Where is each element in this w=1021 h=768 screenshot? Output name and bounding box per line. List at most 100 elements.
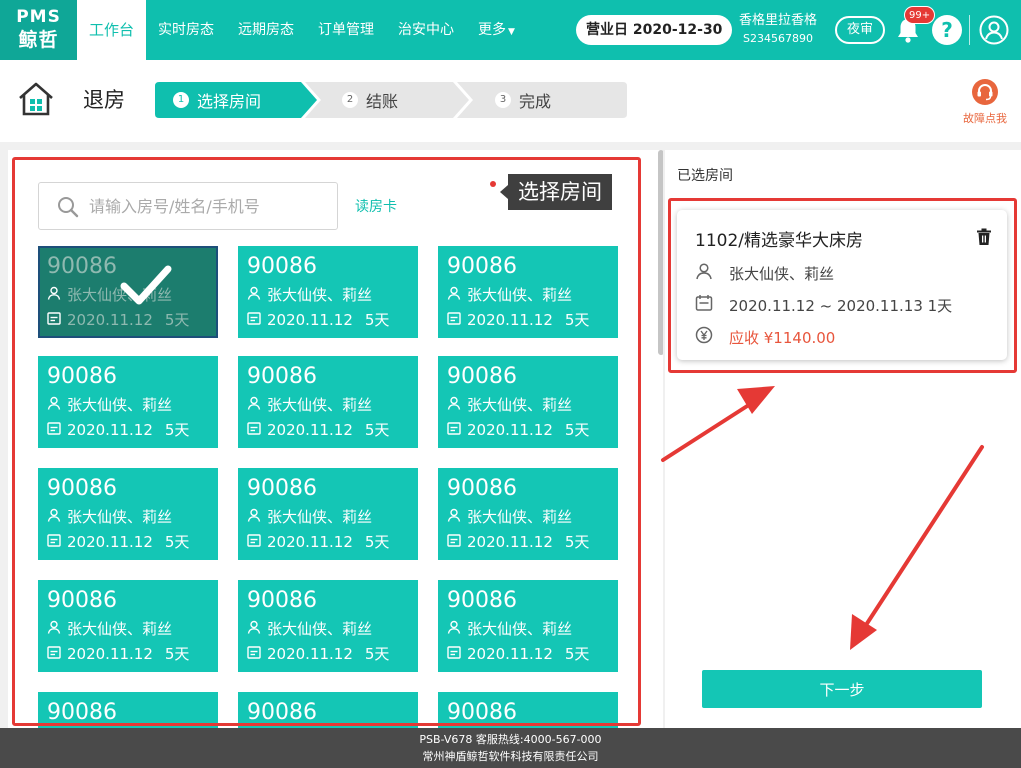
room-nights: 5天: [164, 533, 190, 551]
room-card[interactable]: 90086 张大仙侠、莉丝 2020.11.12 5天: [238, 580, 418, 672]
calendar-icon: [247, 644, 261, 664]
room-selection-panel: 读房卡 选择房间 90086 张大仙侠、莉丝 2020.11.12 5天 90086 张大…: [8, 150, 663, 730]
room-checkin-date: 2020.11.12: [267, 421, 353, 439]
calendar-icon: [47, 420, 61, 440]
room-stay-row: 2020.11.12 5天: [447, 644, 589, 664]
nav-item-security[interactable]: 治安中心: [386, 0, 466, 60]
nav-item-label: 实时房态: [158, 22, 215, 38]
room-guests: 张大仙侠、莉丝: [467, 620, 573, 638]
room-nights: 5天: [564, 421, 590, 439]
scrollbar-track[interactable]: [656, 150, 663, 730]
room-guests: 张大仙侠、莉丝: [467, 286, 573, 304]
room-search-input[interactable]: [89, 183, 329, 229]
room-checkin-date: 2020.11.12: [67, 421, 153, 439]
room-card[interactable]: 90086 张大仙侠、莉丝 2020.11.12 5天: [438, 246, 618, 338]
select-room-tooltip: 选择房间: [500, 174, 612, 210]
nav-item-label: 工作台: [89, 21, 135, 39]
step-checkout[interactable]: 2 结账: [342, 82, 398, 118]
room-nights: 5天: [564, 645, 590, 663]
room-guests: 张大仙侠、莉丝: [67, 396, 173, 414]
step-number: 2: [342, 92, 358, 108]
room-guests: 张大仙侠、莉丝: [467, 508, 573, 526]
room-card[interactable]: 90086 张大仙侠、莉丝 2020.11.12 5天: [238, 246, 418, 338]
selected-room-title: 1102/精选豪华大床房: [695, 231, 863, 251]
page-header: 退房 1 选择房间 2 结账 3 完成 故障点我: [0, 60, 1021, 142]
nav-item-orders[interactable]: 订单管理: [306, 0, 386, 60]
person-icon: [247, 395, 261, 415]
room-nights: 5天: [364, 533, 390, 551]
room-card[interactable]: 90086 张大仙侠、莉丝 2020.11.12 5天: [438, 468, 618, 560]
room-stay-row: 2020.11.12 5天: [47, 644, 189, 664]
footer-company-name: 常州神盾鲸哲软件科技有限责任公司: [422, 750, 599, 763]
calendar-icon: [695, 294, 713, 316]
step-number: 3: [495, 92, 511, 108]
room-card[interactable]: 90086: [438, 692, 618, 730]
room-guests: 张大仙侠、莉丝: [67, 620, 173, 638]
room-checkin-date: 2020.11.12: [67, 533, 153, 551]
room-card[interactable]: 90086: [238, 692, 418, 730]
room-nights: 5天: [164, 645, 190, 663]
nav-item-realtime-status[interactable]: 实时房态: [146, 0, 226, 60]
calendar-icon: [447, 310, 461, 330]
selected-room-dates-row: 2020.11.12 ~ 2020.11.13 1天: [695, 294, 952, 316]
read-card-link[interactable]: 读房卡: [355, 196, 397, 216]
room-guests: 张大仙侠、莉丝: [67, 508, 173, 526]
room-number: 90086: [247, 588, 317, 613]
person-icon: [247, 285, 261, 305]
app-logo[interactable]: PMS 鲸哲: [0, 0, 77, 60]
room-card[interactable]: 90086 张大仙侠、莉丝 2020.11.12 5天: [38, 580, 218, 672]
calendar-icon: [247, 532, 261, 552]
selected-room-guests: 张大仙侠、莉丝: [729, 264, 835, 283]
room-card[interactable]: 90086 张大仙侠、莉丝 2020.11.12 5天: [238, 468, 418, 560]
step-label: 选择房间: [197, 92, 262, 111]
room-card[interactable]: 90086 张大仙侠、莉丝 2020.11.12 5天: [438, 580, 618, 672]
room-checkin-date: 2020.11.12: [467, 421, 553, 439]
nav-item-workbench[interactable]: 工作台: [77, 0, 147, 60]
room-card[interactable]: 90086 张大仙侠、莉丝 2020.11.12 5天: [438, 356, 618, 448]
room-guests-row: 张大仙侠、莉丝: [47, 507, 172, 527]
step-select-room[interactable]: 1 选择房间: [173, 82, 261, 118]
room-stay-row: 2020.11.12 5天: [47, 310, 189, 330]
trash-icon[interactable]: [976, 228, 992, 246]
nav-item-more[interactable]: 更多 ▼: [466, 0, 527, 60]
person-icon: [447, 619, 461, 639]
selected-room-guests-row: 张大仙侠、莉丝: [695, 262, 834, 284]
room-checkin-date: 2020.11.12: [467, 533, 553, 551]
page-footer: PSB-V678 客服热线:4000-567-000 常州神盾鲸哲软件科技有限责…: [0, 728, 1021, 768]
user-avatar-icon[interactable]: [979, 15, 1009, 45]
room-guests-row: 张大仙侠、莉丝: [47, 619, 172, 639]
room-stay-row: 2020.11.12 5天: [247, 420, 389, 440]
selected-rooms-heading: 已选房间: [677, 168, 733, 184]
room-card[interactable]: 90086 张大仙侠、莉丝 2020.11.12 5天: [238, 356, 418, 448]
fault-report-button[interactable]: 故障点我: [958, 78, 1012, 126]
checkout-house-icon: [17, 80, 55, 118]
room-nights: 5天: [164, 311, 190, 329]
room-checkin-date: 2020.11.12: [67, 311, 153, 329]
hotel-switcher[interactable]: 香格里拉香格 S234567890: [732, 12, 824, 48]
room-card[interactable]: 90086 张大仙侠、莉丝 2020.11.12 5天: [38, 246, 218, 338]
scrollbar-thumb[interactable]: [658, 150, 663, 355]
room-nights: 5天: [364, 311, 390, 329]
step-complete[interactable]: 3 完成: [495, 82, 551, 118]
help-icon[interactable]: ?: [932, 15, 962, 45]
selected-room-amount: 应收 ¥1140.00: [729, 328, 836, 347]
business-day-pill: 营业日 2020-12-30: [576, 15, 733, 45]
room-card[interactable]: 90086: [38, 692, 218, 730]
notification-count-badge: 99+: [904, 6, 936, 24]
room-guests-row: 张大仙侠、莉丝: [447, 395, 572, 415]
step-number: 1: [173, 92, 189, 108]
calendar-icon: [447, 532, 461, 552]
calendar-icon: [247, 310, 261, 330]
night-audit-button[interactable]: 夜审: [835, 16, 885, 44]
person-icon: [47, 395, 61, 415]
next-step-button[interactable]: 下一步: [702, 670, 982, 708]
room-checkin-date: 2020.11.12: [67, 645, 153, 663]
calendar-icon: [47, 532, 61, 552]
room-card[interactable]: 90086 张大仙侠、莉丝 2020.11.12 5天: [38, 468, 218, 560]
room-checkin-date: 2020.11.12: [467, 645, 553, 663]
room-card[interactable]: 90086 张大仙侠、莉丝 2020.11.12 5天: [38, 356, 218, 448]
room-guests: 张大仙侠、莉丝: [267, 396, 373, 414]
chevron-down-icon: ▼: [508, 27, 515, 37]
room-stay-row: 2020.11.12 5天: [247, 644, 389, 664]
nav-item-future-status[interactable]: 远期房态: [226, 0, 306, 60]
